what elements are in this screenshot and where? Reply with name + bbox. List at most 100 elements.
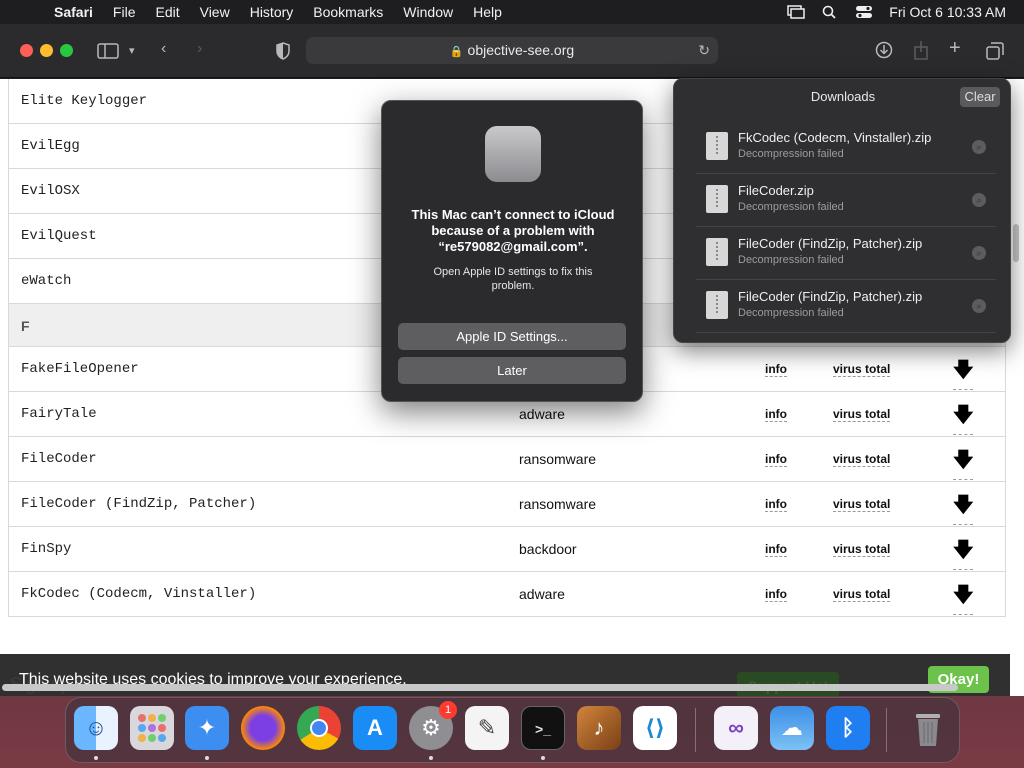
privacy-shield-icon[interactable] [275,42,291,60]
menu-history[interactable]: History [250,4,294,20]
window-maximize-button[interactable] [60,44,73,57]
virus-total-link[interactable]: virus total [833,542,891,557]
download-item[interactable]: FileCoder.zip Decompression failed ⌕ [696,177,996,227]
download-status: Decompression failed [738,307,844,319]
tab-overview-icon[interactable] [986,42,1004,60]
menu-bookmarks[interactable]: Bookmarks [313,4,383,20]
reload-icon[interactable]: ↻ [698,37,710,64]
malware-name: EvilOSX [21,183,80,199]
show-in-finder-icon[interactable]: ⌕ [972,246,986,260]
show-in-finder-icon[interactable]: ⌕ [972,193,986,207]
running-indicator [429,756,433,760]
info-link[interactable]: info [765,452,787,467]
download-arrow-icon[interactable]: 🡇 [953,445,974,480]
download-arrow-icon[interactable]: 🡇 [953,580,974,615]
window-minimize-button[interactable] [40,44,53,57]
garageband-icon[interactable]: ♪ [577,706,621,750]
malware-name: F [21,318,30,334]
finder-icon[interactable]: ☺ [74,706,118,750]
vertical-scrollbar[interactable] [1013,224,1019,262]
screen-mirroring-icon[interactable] [787,5,806,19]
window-close-button[interactable] [20,44,33,57]
menu-help[interactable]: Help [473,4,502,20]
malware-name: FairyTale [21,406,97,422]
app-store-icon[interactable]: A [353,706,397,750]
download-status: Decompression failed [738,201,844,213]
dock: ☺ ✦ A ⚙ ✎ >_ ♪ ⟨⟩ ∞ ☁ ᛒ [65,697,960,763]
later-button[interactable]: Later [398,357,626,384]
table-row: FileCoder (FindZip, Patcher) ransomware in… [8,482,1006,527]
menu-view[interactable]: View [200,4,230,20]
icloud-alert-dialog: This Mac can’t connect to iCloud because… [381,100,643,402]
running-indicator [205,756,209,760]
malware-name: Elite Keylogger [21,93,148,109]
table-row: FkCodec (Codecm, Vinstaller) adware info vi… [8,572,1006,617]
download-file-name: FileCoder (FindZip, Patcher).zip [738,236,923,251]
download-file-name: FileCoder (FindZip, Patcher).zip [738,289,923,304]
download-arrow-icon[interactable]: 🡇 [953,400,974,435]
virus-total-link[interactable]: virus total [833,407,891,422]
firefox-icon[interactable] [241,706,285,750]
virus-total-link[interactable]: virus total [833,587,891,602]
launchpad-icon[interactable] [130,706,174,750]
table-row: FileCoder ransomware info virus total 🡇 [8,437,1006,482]
download-arrow-icon[interactable]: 🡇 [953,535,974,570]
weather-icon[interactable]: ☁ [770,706,814,750]
malware-name: FinSpy [21,541,72,557]
sidebar-toggle-icon[interactable] [97,43,119,59]
info-link[interactable]: info [765,542,787,557]
menu-file[interactable]: File [113,4,136,20]
new-tab-icon[interactable]: + [949,37,961,60]
menu-clock[interactable]: Fri Oct 6 10:33 AM [889,4,1006,20]
vscode-icon[interactable]: ⟨⟩ [633,706,677,750]
chrome-icon[interactable] [297,706,341,750]
menu-bar: Safari File Edit View History Bookmarks … [0,0,1024,24]
download-arrow-icon[interactable]: 🡇 [953,490,974,525]
trash-icon[interactable] [906,706,950,750]
running-indicator [94,756,98,760]
lock-icon: 🔒 [449,46,464,58]
download-arrow-icon[interactable]: 🡇 [953,355,974,390]
forward-arrow-icon[interactable]: › [197,40,202,58]
info-link[interactable]: info [765,407,787,422]
show-in-finder-icon[interactable]: ⌕ [972,299,986,313]
download-status: Decompression failed [738,148,844,160]
share-icon[interactable] [913,40,929,60]
downloads-icon[interactable] [875,41,893,59]
url-text: objective-see.org [467,42,575,58]
malware-type: ransomware [519,496,597,512]
horizontal-scrollbar[interactable] [2,684,958,691]
visual-studio-icon[interactable]: ∞ [714,706,758,750]
table-row: FinSpy backdoor info virus total 🡇 [8,527,1006,572]
info-link[interactable]: info [765,362,787,377]
bluetooth-icon[interactable]: ᛒ [826,706,870,750]
info-link[interactable]: info [765,587,787,602]
malware-name: EvilEgg [21,138,80,154]
menu-edit[interactable]: Edit [155,4,179,20]
control-center-icon[interactable] [855,5,873,19]
virus-total-link[interactable]: virus total [833,362,891,377]
virus-total-link[interactable]: virus total [833,452,891,467]
mouse-cursor [531,638,543,652]
menu-app-name[interactable]: Safari [54,4,93,20]
info-link[interactable]: info [765,497,787,512]
back-arrow-icon[interactable]: ‹ [161,40,166,58]
menu-window[interactable]: Window [403,4,453,20]
malware-name: FileCoder (FindZip, Patcher) [21,496,257,512]
chevron-down-icon[interactable]: ▾ [129,44,135,57]
terminal-icon[interactable]: >_ [521,706,565,750]
apple-id-settings-button[interactable]: Apple ID Settings... [398,323,626,350]
malware-name: FakeFileOpener [21,361,139,377]
clear-downloads-button[interactable]: Clear [960,87,1000,107]
virus-total-link[interactable]: virus total [833,497,891,512]
notification-badge: 1 [439,701,457,719]
spotlight-search-icon[interactable] [821,5,839,19]
download-item[interactable]: FileCoder (FindZip, Patcher).zip Decompr… [696,230,996,280]
safari-icon[interactable]: ✦ [185,706,229,750]
download-item[interactable]: FileCoder (FindZip, Patcher).zip Decompr… [696,283,996,333]
textedit-icon[interactable]: ✎ [465,706,509,750]
show-in-finder-icon[interactable]: ⌕ [972,140,986,154]
zip-file-icon [706,291,728,319]
address-bar[interactable]: 🔒 objective-see.org ↻ [306,37,718,64]
download-item[interactable]: FkCodec (Codecm, Vinstaller).zip Decompr… [696,124,996,174]
